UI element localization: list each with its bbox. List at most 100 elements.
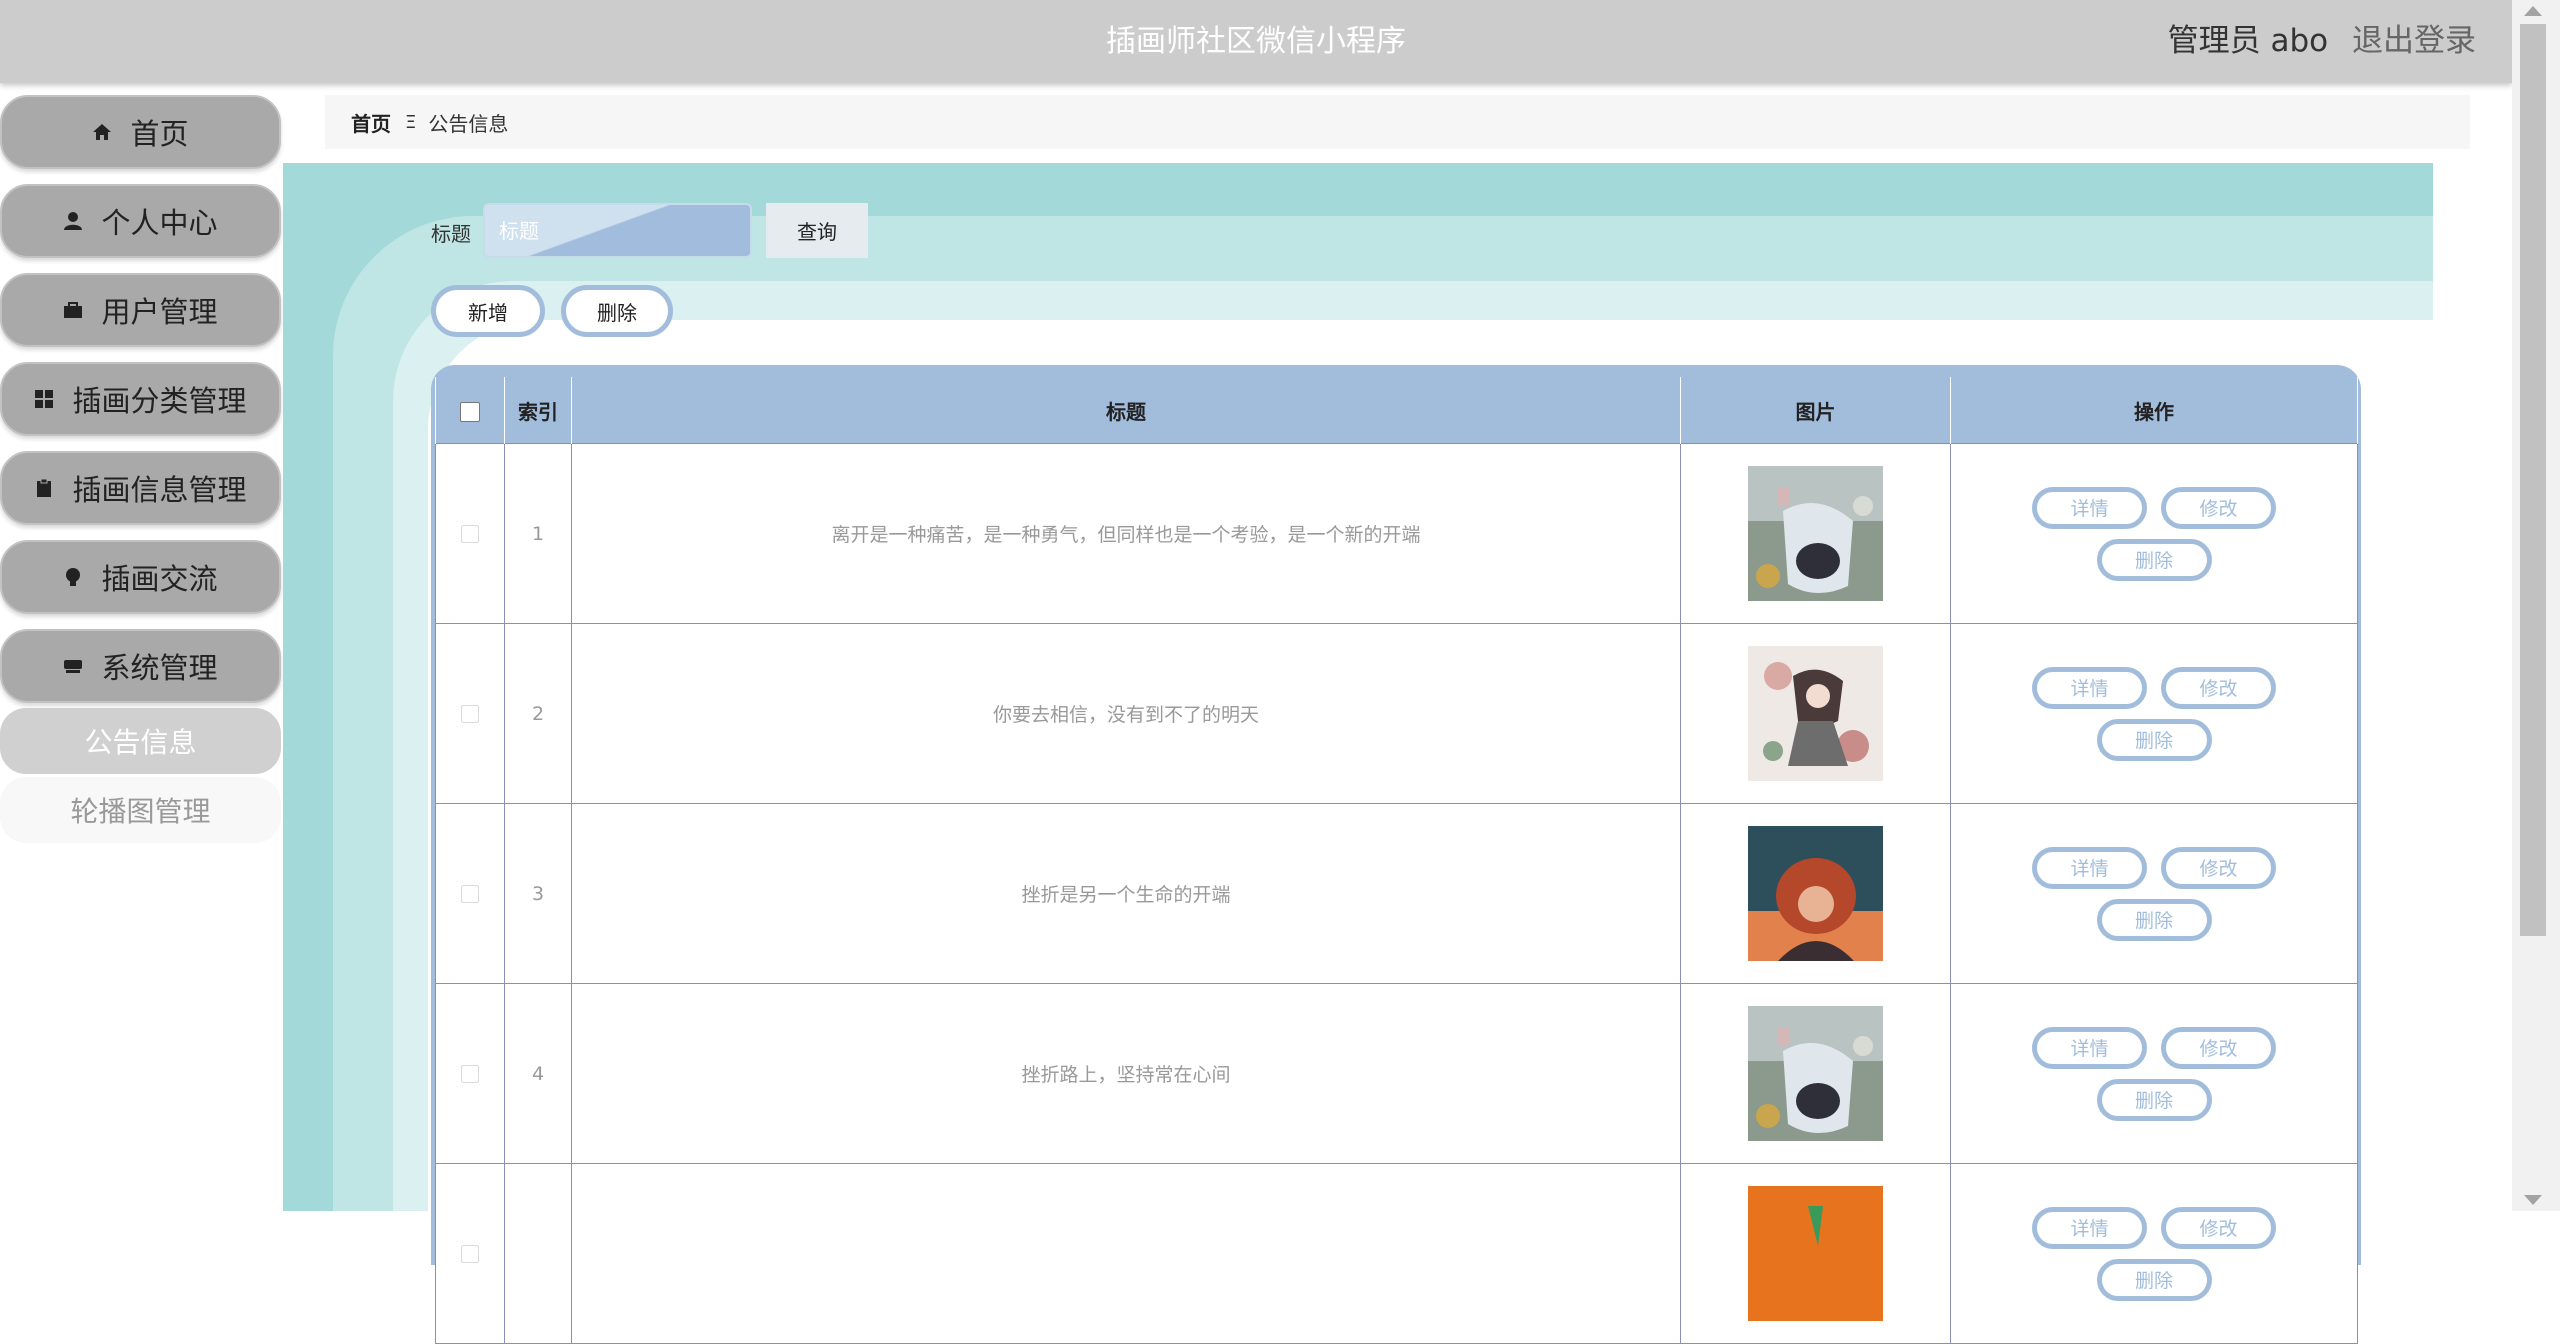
sidebar-item-label: 个人中心 bbox=[101, 206, 218, 240]
scrollbar-thumb[interactable] bbox=[2520, 24, 2546, 936]
detail-button[interactable]: 详情 bbox=[2032, 1026, 2147, 1069]
detail-button[interactable]: 详情 bbox=[2032, 666, 2147, 709]
sidebar-subitem-announcements[interactable]: 公告信息 bbox=[0, 708, 281, 774]
table-row: 2 你要去相信，没有到不了的明天 详情 修改 删除 bbox=[435, 623, 2358, 804]
edit-button[interactable]: 修改 bbox=[2161, 846, 2276, 889]
row-checkbox[interactable] bbox=[461, 885, 479, 903]
row-select-cell bbox=[435, 983, 505, 1164]
delete-button[interactable]: 删除 bbox=[2096, 1258, 2212, 1301]
top-header-bar: 插画师社区微信小程序 管理员 abo 退出登录 bbox=[0, 0, 2512, 83]
table-row: 4 挫折路上，坚持常在心间 详情 修改 删除 bbox=[435, 983, 2358, 1164]
add-button[interactable]: 新增 bbox=[431, 285, 545, 337]
row-image-cell bbox=[1680, 983, 1951, 1164]
breadcrumb-current: 公告信息 bbox=[428, 111, 509, 136]
detail-button[interactable]: 详情 bbox=[2032, 486, 2147, 529]
breadcrumb-home[interactable]: 首页 bbox=[351, 108, 391, 137]
row-title bbox=[571, 1163, 1681, 1344]
batch-delete-button[interactable]: 删除 bbox=[561, 285, 673, 337]
row-actions-cell: 详情 修改 删除 bbox=[1950, 443, 2358, 624]
row-actions-cell: 详情 修改 删除 bbox=[1950, 623, 2358, 804]
breadcrumb: 首页 Ξ 公告信息 bbox=[325, 95, 2470, 149]
illustration-thumbnail[interactable] bbox=[1748, 1186, 1883, 1321]
search-title-input[interactable] bbox=[483, 203, 752, 258]
sidebar-item-user-management[interactable]: 用户管理 bbox=[0, 273, 281, 347]
illustration-thumbnail[interactable] bbox=[1748, 1006, 1883, 1141]
column-header-image: 图片 bbox=[1680, 377, 1951, 444]
delete-button[interactable]: 删除 bbox=[2096, 1078, 2212, 1121]
sidebar-item-system-management[interactable]: 系统管理 bbox=[0, 629, 281, 703]
sidebar-item-label: 用户管理 bbox=[101, 295, 218, 329]
table-header-row: 索引 标题 图片 操作 bbox=[435, 377, 2358, 444]
breadcrumb-separator: Ξ bbox=[405, 111, 417, 133]
user-icon bbox=[63, 211, 83, 231]
app-title: 插画师社区微信小程序 bbox=[1106, 24, 1406, 59]
grid-icon bbox=[34, 389, 54, 409]
row-actions-cell: 详情 修改 删除 bbox=[1950, 1163, 2358, 1344]
table-row: 3 挫折是另一个生命的开端 详情 修改 删除 bbox=[435, 803, 2358, 984]
delete-button[interactable]: 删除 bbox=[2096, 898, 2212, 941]
row-checkbox[interactable] bbox=[461, 705, 479, 723]
bulb-icon bbox=[63, 567, 83, 587]
detail-button[interactable]: 详情 bbox=[2032, 846, 2147, 889]
row-image-cell bbox=[1680, 443, 1951, 624]
delete-button[interactable]: 删除 bbox=[2096, 538, 2212, 581]
drive-icon bbox=[63, 656, 83, 676]
row-checkbox[interactable] bbox=[461, 1065, 479, 1083]
scroll-up-arrow-icon[interactable] bbox=[2524, 6, 2542, 16]
sidebar-subitem-carousel[interactable]: 轮播图管理 bbox=[0, 777, 281, 843]
delete-button[interactable]: 删除 bbox=[2096, 718, 2212, 761]
sidebar: 首页 个人中心 用户管理 插画分类管理 插画信息管理 插画交流 系统管理 公告信… bbox=[0, 83, 283, 1211]
query-button[interactable]: 查询 bbox=[766, 203, 868, 258]
row-image-cell bbox=[1680, 623, 1951, 804]
vertical-scrollbar[interactable] bbox=[2512, 0, 2560, 1211]
table-row: 1 离开是一种痛苦，是一种勇气，但同样也是一个考验，是一个新的开端 详情 修改 … bbox=[435, 443, 2358, 624]
select-all-header bbox=[435, 377, 505, 444]
edit-button[interactable]: 修改 bbox=[2161, 666, 2276, 709]
row-actions-cell: 详情 修改 删除 bbox=[1950, 983, 2358, 1164]
row-image-cell bbox=[1680, 1163, 1951, 1344]
edit-button[interactable]: 修改 bbox=[2161, 486, 2276, 529]
column-header-actions: 操作 bbox=[1950, 377, 2358, 444]
briefcase-icon bbox=[63, 300, 83, 320]
row-title: 离开是一种痛苦，是一种勇气，但同样也是一个考验，是一个新的开端 bbox=[571, 443, 1681, 624]
clipboard-icon bbox=[34, 478, 54, 498]
row-title: 挫折路上，坚持常在心间 bbox=[571, 983, 1681, 1164]
sidebar-item-illustration-exchange[interactable]: 插画交流 bbox=[0, 540, 281, 614]
user-area: 管理员 abo 退出登录 bbox=[2168, 0, 2476, 83]
sidebar-item-label: 系统管理 bbox=[101, 651, 218, 685]
column-header-title: 标题 bbox=[571, 377, 1681, 444]
illustration-thumbnail[interactable] bbox=[1748, 646, 1883, 781]
sidebar-item-label: 插画信息管理 bbox=[72, 473, 247, 507]
sidebar-item-personal-center[interactable]: 个人中心 bbox=[0, 184, 281, 258]
row-index bbox=[504, 1163, 572, 1344]
detail-button[interactable]: 详情 bbox=[2032, 1206, 2147, 1249]
row-index: 4 bbox=[504, 983, 572, 1164]
scroll-down-arrow-icon[interactable] bbox=[2524, 1195, 2542, 1205]
row-title: 你要去相信，没有到不了的明天 bbox=[571, 623, 1681, 804]
illustration-thumbnail[interactable] bbox=[1748, 466, 1883, 601]
sidebar-item-category-management[interactable]: 插画分类管理 bbox=[0, 362, 281, 436]
column-header-index: 索引 bbox=[504, 377, 572, 444]
row-index: 3 bbox=[504, 803, 572, 984]
edit-button[interactable]: 修改 bbox=[2161, 1026, 2276, 1069]
row-select-cell bbox=[435, 803, 505, 984]
row-checkbox[interactable] bbox=[461, 1245, 479, 1263]
row-select-cell bbox=[435, 443, 505, 624]
row-image-cell bbox=[1680, 803, 1951, 984]
illustration-thumbnail[interactable] bbox=[1748, 826, 1883, 961]
logout-link[interactable]: 退出登录 bbox=[2352, 23, 2476, 59]
sidebar-item-home[interactable]: 首页 bbox=[0, 95, 281, 169]
sidebar-item-label: 插画交流 bbox=[101, 562, 218, 596]
row-index: 1 bbox=[504, 443, 572, 624]
sidebar-item-label: 首页 bbox=[130, 117, 189, 151]
row-select-cell bbox=[435, 623, 505, 804]
sidebar-item-illustration-management[interactable]: 插画信息管理 bbox=[0, 451, 281, 525]
table-row: 详情 修改 删除 bbox=[435, 1163, 2358, 1344]
row-checkbox[interactable] bbox=[461, 525, 479, 543]
search-title-label: 标题 bbox=[431, 222, 471, 246]
sidebar-item-label: 插画分类管理 bbox=[72, 384, 247, 418]
edit-button[interactable]: 修改 bbox=[2161, 1206, 2276, 1249]
select-all-checkbox[interactable] bbox=[460, 401, 480, 422]
current-user-label: 管理员 abo bbox=[2167, 23, 2329, 59]
announcement-table-container: 索引 标题 图片 操作 1 离开是一种痛苦，是一种勇气，但同样也是一个考验，是一… bbox=[431, 365, 2361, 1344]
